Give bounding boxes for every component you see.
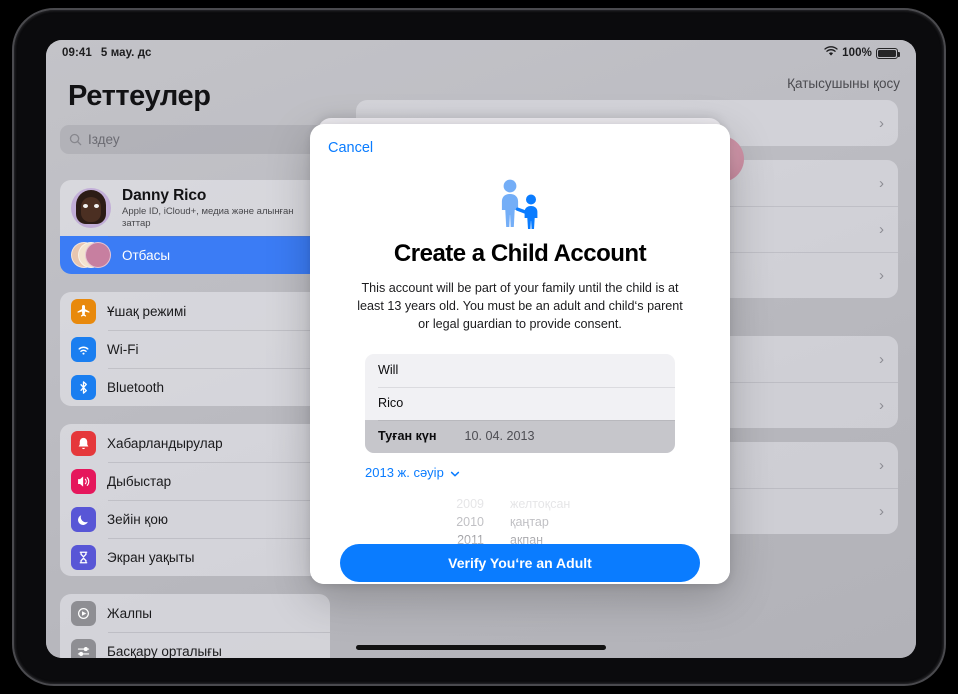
first-name-field[interactable]: Will: [365, 354, 675, 387]
wifi-icon: [824, 46, 838, 60]
chevron-right-icon: ›: [879, 114, 884, 132]
last-name-field[interactable]: Rico: [365, 386, 675, 420]
sidebar-item-label: Дыбыстар: [107, 473, 172, 489]
date-of-birth-value: 10. 04. 2013: [464, 429, 535, 444]
sidebar-item-label: Bluetooth: [107, 379, 165, 395]
sidebar-item-control-center[interactable]: Басқару орталығы: [60, 632, 330, 658]
account-subtitle: Apple ID, iCloud+, медиа және алынған за…: [122, 205, 294, 229]
sidebar-item-label: Хабарландырулар: [107, 435, 223, 451]
create-child-account-sheet: Cancel Create a Child Account This accou…: [310, 124, 730, 584]
battery-percent: 100%: [842, 47, 872, 59]
chevron-right-icon: ›: [879, 174, 884, 192]
account-name: Danny Rico: [122, 186, 207, 204]
sidebar-item-label: Басқару орталығы: [107, 643, 222, 659]
status-time: 09:41: [62, 47, 92, 59]
sidebar-item-apple-account[interactable]: Danny Rico Apple ID, iCloud+, медиа және…: [60, 180, 330, 236]
sidebar-group-connectivity: Ұшақ режимі Wi-Fi Bluetooth: [60, 292, 330, 406]
sheet-description: This account will be part of your family…: [357, 281, 683, 331]
status-date: 5 мау. дс: [100, 47, 152, 59]
chevron-down-icon: [450, 467, 460, 477]
sidebar-group-general: Жалпы Басқару орталығы: [60, 594, 330, 658]
chevron-right-icon: ›: [879, 266, 884, 284]
wheel-row: 2009 желтоқсан: [415, 496, 625, 514]
moon-icon: [71, 506, 96, 532]
verify-adult-button[interactable]: Verify You‘re an Adult: [340, 544, 700, 582]
chevron-right-icon: ›: [879, 396, 884, 414]
sidebar-item-general[interactable]: Жалпы: [60, 594, 330, 632]
sidebar-item-label: Ұшақ режимі: [107, 303, 187, 319]
control-center-icon: [71, 638, 96, 658]
sidebar-group-notifications: Хабарландырулар Дыбыстар Зейін қою Экран…: [60, 424, 330, 576]
sidebar-item-sounds[interactable]: Дыбыстар: [60, 462, 330, 500]
settings-sidebar: Реттеулер Іздеу Danny Rico Apple ID, iCl…: [46, 66, 344, 658]
bluetooth-icon: [71, 374, 96, 400]
airplane-icon: [71, 298, 96, 324]
sidebar-item-label: Экран уақыты: [107, 549, 195, 565]
sidebar-item-wifi[interactable]: Wi-Fi: [60, 330, 330, 368]
gear-icon: [71, 600, 96, 626]
status-bar-left: 09:41 5 мау. дс: [62, 47, 151, 59]
sidebar-item-bluetooth[interactable]: Bluetooth: [60, 368, 330, 406]
wheel-month: желтоқсан: [510, 497, 571, 511]
battery-icon: [876, 47, 900, 59]
account-group: Danny Rico Apple ID, iCloud+, медиа және…: [60, 180, 330, 274]
month-year-picker-toggle[interactable]: 2013 ж. сәуір: [365, 465, 675, 480]
adult-and-child-icon: [491, 178, 549, 230]
hourglass-icon: [71, 544, 96, 570]
chevron-right-icon: ›: [879, 456, 884, 474]
family-avatars: [71, 242, 111, 268]
sheet-title: Create a Child Account: [393, 240, 647, 267]
speaker-icon: [71, 468, 96, 494]
chevron-right-icon: ›: [879, 350, 884, 368]
chevron-right-icon: ›: [879, 220, 884, 238]
wifi-icon: [71, 336, 96, 362]
sidebar-item-airplane-mode[interactable]: Ұшақ режимі: [60, 292, 330, 330]
cancel-button[interactable]: Cancel: [328, 140, 373, 156]
search-icon: [69, 133, 82, 146]
child-details-form: Will Rico Туған күн 10. 04. 2013: [365, 353, 675, 453]
page-title: Реттеулер: [68, 80, 211, 112]
bell-icon: [71, 430, 96, 456]
chevron-right-icon: ›: [879, 502, 884, 520]
wheel-year: 2009: [456, 497, 484, 511]
status-bar-right: 100%: [824, 46, 900, 60]
sidebar-item-screen-time[interactable]: Экран уақыты: [60, 538, 330, 576]
month-year-label: 2013 ж. сәуір: [365, 464, 444, 480]
search-input[interactable]: Іздеу: [60, 125, 330, 154]
ipad-screen: 09:41 5 мау. дс 100% Қатысушыны қосу Рет…: [46, 40, 916, 658]
sidebar-item-family[interactable]: Отбасы: [60, 236, 330, 274]
ipad-device-frame: 09:41 5 мау. дс 100% Қатысушыны қосу Рет…: [12, 8, 946, 686]
sidebar-item-focus[interactable]: Зейін қою: [60, 500, 330, 538]
search-placeholder: Іздеу: [88, 132, 120, 147]
avatar: [71, 188, 111, 228]
date-of-birth-field[interactable]: Туған күн 10. 04. 2013: [365, 419, 675, 453]
home-indicator[interactable]: [356, 645, 606, 650]
sidebar-item-label: Жалпы: [107, 605, 153, 621]
sidebar-item-notifications[interactable]: Хабарландырулар: [60, 424, 330, 462]
sidebar-item-label: Отбасы: [122, 247, 171, 263]
status-bar: 09:41 5 мау. дс 100%: [46, 40, 916, 66]
date-of-birth-label: Туған күн: [378, 429, 437, 444]
sidebar-item-label: Зейін қою: [107, 511, 168, 527]
sidebar-item-label: Wi-Fi: [107, 341, 139, 357]
